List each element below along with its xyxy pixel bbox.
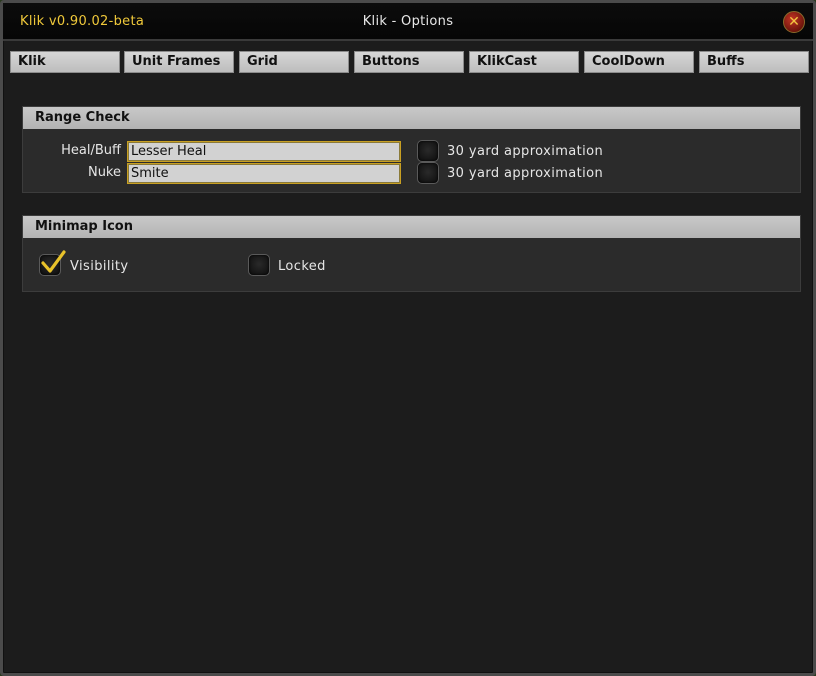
title-bar[interactable]: Klik v0.90.02-beta Klik - Options ✕	[3, 3, 813, 41]
minimap-icon-header: Minimap Icon	[23, 216, 800, 238]
checkmark-icon	[41, 250, 66, 273]
locked-checkbox[interactable]	[248, 254, 270, 276]
nuke-approx-label: 30 yard approximation	[447, 166, 604, 181]
tab-bar: Klik Unit Frames Grid Buttons KlikCast C…	[10, 51, 810, 75]
range-check-header: Range Check	[23, 107, 800, 129]
tab-klikcast[interactable]: KlikCast	[469, 51, 579, 73]
tab-buttons[interactable]: Buttons	[354, 51, 464, 73]
tab-cooldown[interactable]: CoolDown	[584, 51, 694, 73]
visibility-label: Visibility	[70, 259, 129, 274]
tab-grid[interactable]: Grid	[239, 51, 349, 73]
window-title: Klik - Options	[362, 14, 454, 29]
close-icon: ✕	[788, 14, 800, 30]
nuke-approx-checkbox[interactable]	[417, 162, 439, 184]
minimap-icon-section: Minimap Icon Visibility Locked	[22, 215, 801, 292]
heal-buff-input[interactable]	[127, 141, 401, 162]
heal-approx-checkbox[interactable]	[417, 140, 439, 162]
locked-label: Locked	[278, 259, 326, 274]
tab-klik[interactable]: Klik	[10, 51, 120, 73]
visibility-checkbox[interactable]	[39, 250, 66, 276]
close-button[interactable]: ✕	[783, 11, 805, 33]
tab-buffs[interactable]: Buffs	[699, 51, 809, 73]
heal-buff-label: Heal/Buff	[61, 143, 121, 158]
tab-unit-frames[interactable]: Unit Frames	[124, 51, 234, 73]
range-check-section: Range Check Heal/Buff 30 yard approximat…	[22, 106, 801, 193]
nuke-label: Nuke	[87, 165, 121, 180]
nuke-input[interactable]	[127, 163, 401, 184]
options-window: Klik v0.90.02-beta Klik - Options ✕ Klik…	[0, 0, 816, 676]
heal-approx-label: 30 yard approximation	[447, 144, 604, 159]
